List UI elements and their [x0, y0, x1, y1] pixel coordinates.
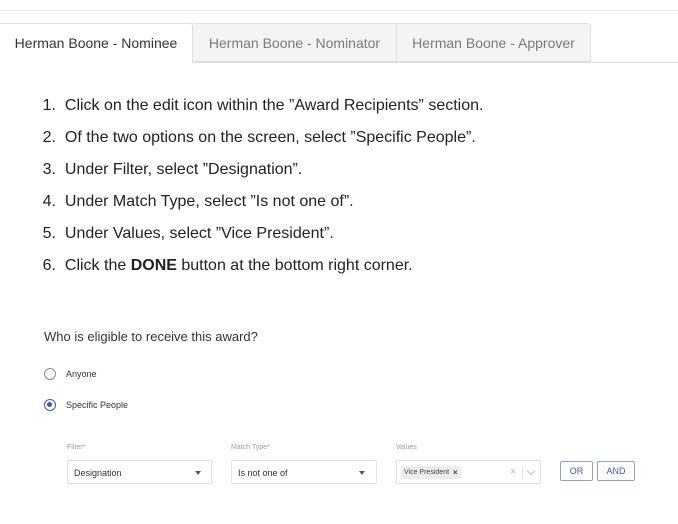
radio-specific-people-label: Specific People	[66, 400, 129, 410]
and-button[interactable]: AND	[597, 461, 635, 481]
instruction-steps: 1. Click on the edit icon within the ”Aw…	[22, 92, 622, 284]
step-number: 3.	[42, 161, 56, 178]
match-type-select[interactable]: Is not one of	[231, 460, 377, 484]
tab-nominee[interactable]: Herman Boone - Nominee	[0, 23, 193, 63]
radio-anyone[interactable]: Anyone	[44, 366, 97, 382]
step-text: Of the two options on the screen, select…	[64, 129, 476, 146]
step-text: Under Values, select ”Vice President”.	[64, 225, 334, 242]
top-divider	[0, 10, 678, 11]
values-multiselect[interactable]: Vice President × ×	[396, 460, 541, 484]
value-chip-label: Vice President	[404, 469, 450, 476]
tab-approver[interactable]: Herman Boone - Approver	[397, 23, 591, 62]
done-keyword: DONE	[130, 257, 177, 274]
step-number: 4.	[42, 193, 56, 210]
radio-anyone-label: Anyone	[66, 369, 97, 379]
step-item: 6. Click the DONE button at the bottom r…	[22, 252, 622, 284]
step-text-before: Click the	[64, 257, 131, 274]
step-number: 2.	[42, 129, 56, 146]
step-number: 1.	[42, 97, 56, 114]
filter-value: Designation	[74, 468, 122, 478]
values-separator	[522, 466, 523, 479]
step-number: 6.	[42, 257, 56, 274]
award-eligibility-guide: Herman Boone - Nominee Herman Boone - No…	[0, 0, 678, 524]
step-text: Under Filter, select ”Designation”.	[64, 161, 303, 178]
close-icon[interactable]: ×	[453, 466, 458, 479]
caret-down-icon[interactable]	[359, 471, 365, 475]
radio-specific-people[interactable]: Specific People	[44, 397, 128, 413]
step-item: 5. Under Values, select ”Vice President”…	[22, 220, 622, 252]
step-text: Under Match Type, select ”Is not one of”…	[64, 193, 354, 210]
filter-label: Filter*	[67, 444, 86, 451]
radio-checked-icon[interactable]	[44, 399, 56, 411]
match-type-value: Is not one of	[238, 468, 288, 478]
step-item: 1. Click on the edit icon within the ”Aw…	[22, 92, 622, 124]
caret-down-icon[interactable]	[195, 471, 201, 475]
step-item: 2. Of the two options on the screen, sel…	[22, 124, 622, 156]
filter-select[interactable]: Designation	[67, 460, 212, 484]
match-type-label: Match Type*	[231, 444, 270, 451]
step-item: 3. Under Filter, select ”Designation”.	[22, 156, 622, 188]
clear-values-icon[interactable]: ×	[510, 461, 516, 484]
tab-nominator[interactable]: Herman Boone - Nominator	[193, 23, 397, 62]
step-item: 4. Under Match Type, select ”Is not one …	[22, 188, 622, 220]
step-number: 5.	[42, 225, 56, 242]
value-chip-vice-president: Vice President ×	[401, 466, 461, 479]
radio-unchecked-icon[interactable]	[44, 368, 56, 380]
eligibility-question: Who is eligible to receive this award?	[44, 329, 258, 344]
or-button[interactable]: OR	[560, 461, 593, 481]
step-text: Click on the edit icon within the ”Award…	[64, 97, 484, 114]
step-text-after: button at the bottom right corner.	[176, 257, 413, 274]
values-label: Values	[396, 444, 417, 451]
chevron-down-icon[interactable]	[526, 466, 536, 476]
